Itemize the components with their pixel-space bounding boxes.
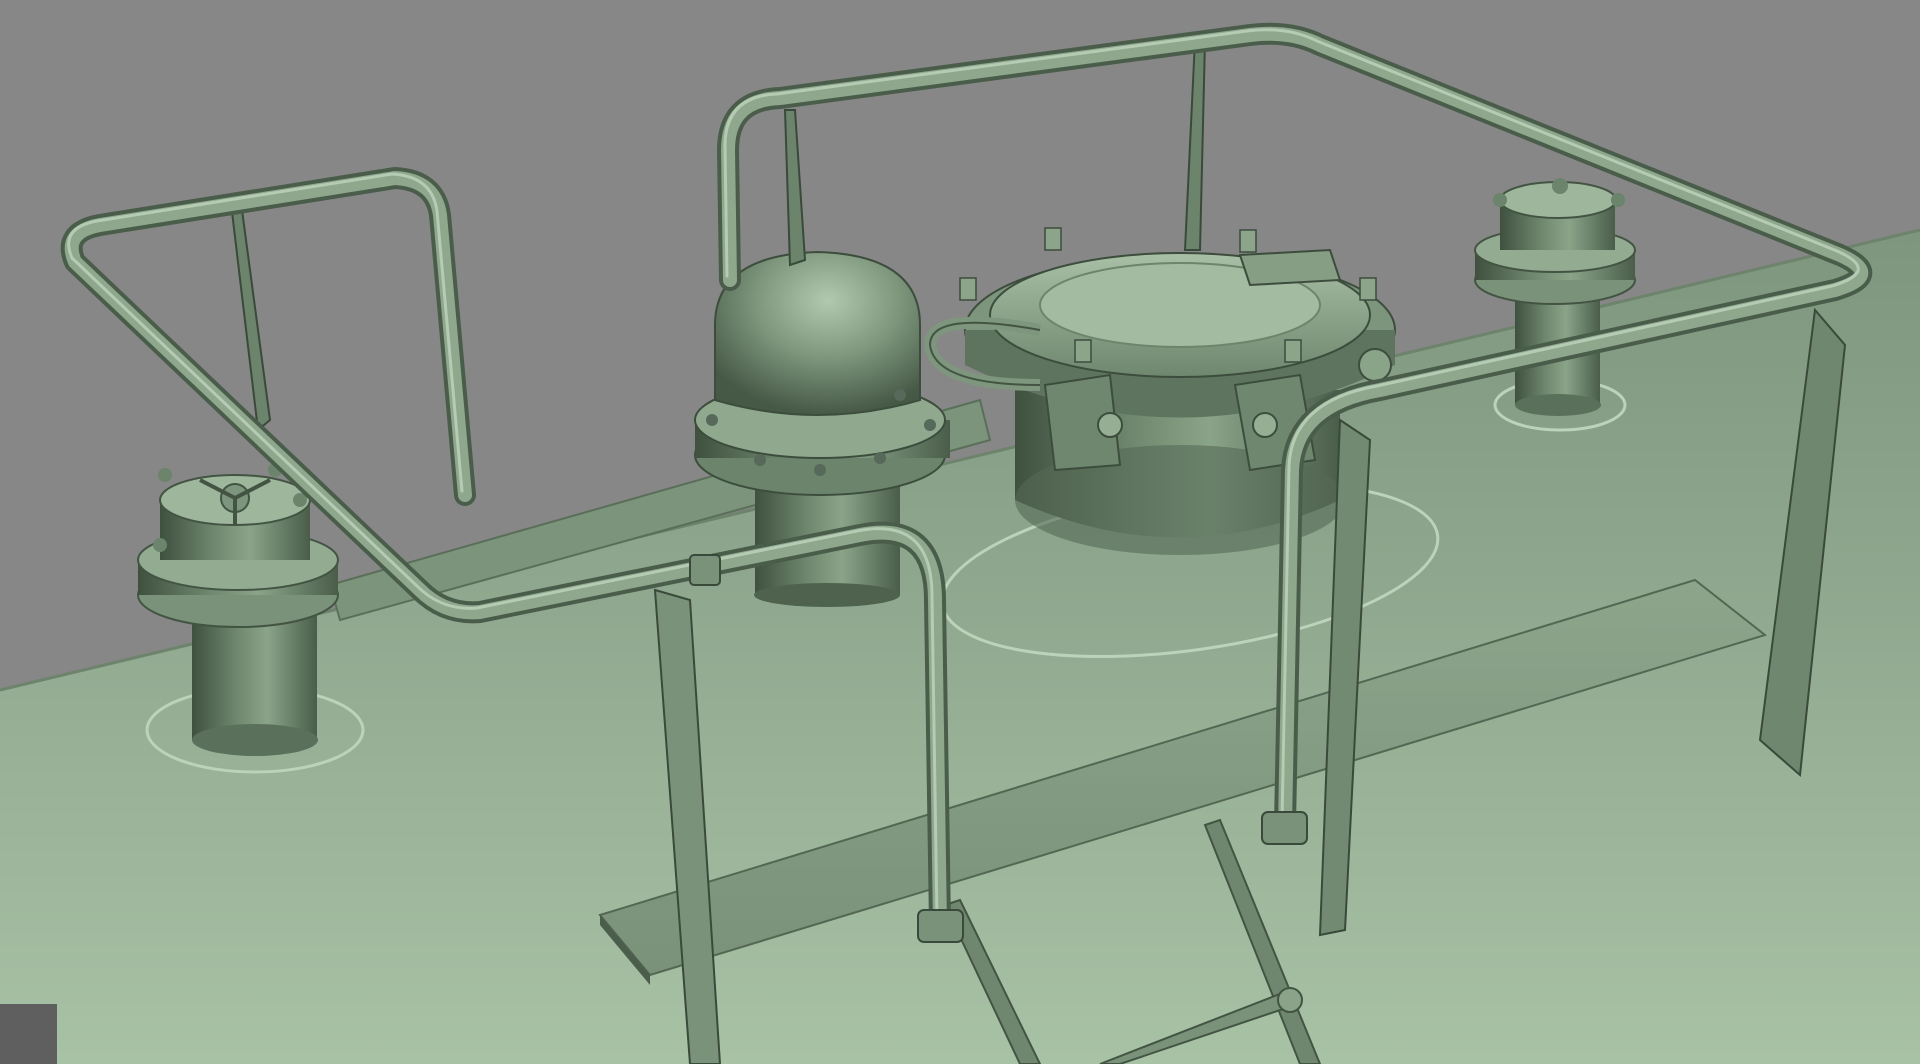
3d-viewport[interactable] xyxy=(0,0,1920,1064)
viewport-corner-block xyxy=(0,1004,57,1064)
rendered-tank-car-scene xyxy=(0,0,1920,1064)
